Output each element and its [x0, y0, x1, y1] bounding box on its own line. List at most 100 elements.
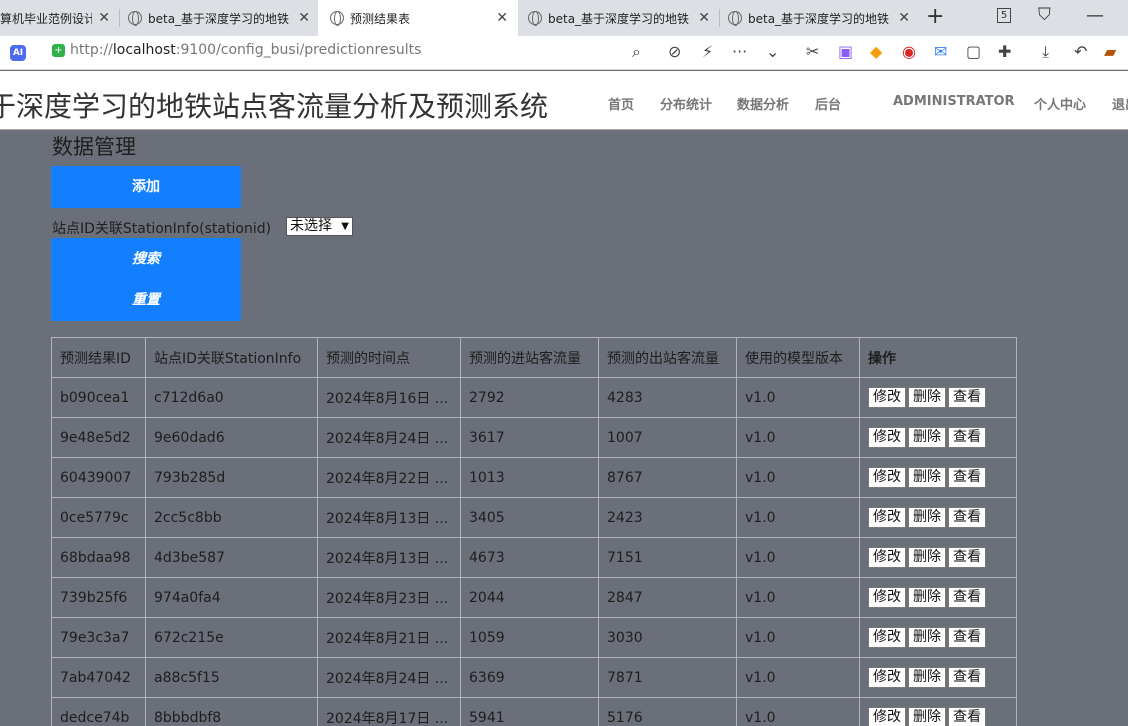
lightning-icon[interactable]: ⚡ [702, 42, 713, 61]
skin-icon[interactable]: ⛉ [1038, 5, 1051, 25]
delete-button[interactable]: 删除 [908, 427, 946, 448]
station-id-cell: 8bbbdbf8 [145, 697, 318, 726]
station-id-cell: 793b285d [145, 457, 318, 498]
url-path: :9100/config_busi/predictionresults [175, 42, 422, 58]
time-cell: 2024年8月24日 ... [317, 657, 461, 698]
extensions-icon[interactable]: ✚ [998, 42, 1011, 61]
delete-button[interactable]: 删除 [908, 587, 946, 608]
delete-button[interactable]: 删除 [908, 667, 946, 688]
edit-button[interactable]: 修改 [868, 507, 906, 528]
edit-button[interactable]: 修改 [868, 547, 906, 568]
table-row: dedce74b 8bbbdbf8 2024年8月17日 ... 5941 5176 v1… [51, 697, 1017, 726]
outbound-cell: 2423 [598, 497, 737, 538]
minimize-icon[interactable]: — [1086, 5, 1104, 26]
weibo-icon[interactable]: ◉ [902, 42, 916, 61]
translate-icon[interactable]: ▣ [838, 42, 853, 61]
close-icon[interactable]: ✕ [98, 10, 110, 26]
edit-button[interactable]: 修改 [868, 667, 906, 688]
delete-button[interactable]: 删除 [908, 547, 946, 568]
table-row: 739b25f6 974a0fa4 2024年8月23日 ... 2044 2847 v1… [51, 577, 1017, 618]
edit-button[interactable]: 修改 [868, 587, 906, 608]
fox-icon[interactable]: ◆ [870, 42, 882, 61]
search-button[interactable]: 搜索 [51, 238, 241, 280]
table-row: 60439007 793b285d 2024年8月22日 ... 1013 8767 v1… [51, 457, 1017, 498]
mail-icon[interactable]: ✉ [934, 42, 947, 61]
browser-tab[interactable]: 算机毕业范例设计 ✕ [0, 0, 118, 36]
nav-logout[interactable]: 退出 [1112, 94, 1128, 113]
download-icon[interactable]: ⤓ [1042, 42, 1049, 62]
globe-icon [728, 11, 742, 26]
tab-title: 预测结果表 [350, 11, 411, 26]
close-icon[interactable]: ✕ [298, 10, 310, 26]
view-button[interactable]: 查看 [948, 667, 986, 688]
search-icon[interactable]: ⌕ [632, 42, 641, 62]
reset-button[interactable]: 重置 [51, 279, 241, 321]
time-cell: 2024年8月13日 ... [317, 497, 461, 538]
chevron-down-icon[interactable]: ⌄ [766, 42, 779, 61]
inbound-cell: 1013 [460, 457, 599, 498]
view-button[interactable]: 查看 [948, 467, 986, 488]
undo-icon[interactable]: ↶ [1074, 42, 1087, 61]
browser-tab[interactable]: beta_基于深度学习的地铁 ✕ [128, 0, 318, 36]
view-button[interactable]: 查看 [948, 387, 986, 408]
new-tab-icon[interactable]: + [926, 4, 944, 29]
tab-count-badge[interactable]: 5 [997, 8, 1011, 23]
url-prefix: http:// [70, 42, 113, 58]
station-id-cell: 4d3be587 [145, 537, 318, 578]
id-cell: 68bdaa98 [51, 537, 146, 578]
close-icon[interactable]: ✕ [496, 10, 508, 26]
view-button[interactable]: 查看 [948, 587, 986, 608]
delete-button[interactable]: 删除 [908, 627, 946, 648]
inbound-cell: 2792 [460, 377, 599, 418]
model-version-cell: v1.0 [736, 577, 860, 618]
url-field[interactable]: http://localhost:9100/config_busi/predic… [70, 42, 421, 58]
close-icon[interactable]: ✕ [698, 10, 710, 26]
actions-cell: 修改 删除 查看 [859, 577, 1017, 618]
browser-tab[interactable]: beta_基于深度学习的地铁 ✕ [528, 0, 718, 36]
table-row: 68bdaa98 4d3be587 2024年8月13日 ... 4673 7151 v1… [51, 537, 1017, 578]
secure-icon[interactable]: + [52, 44, 65, 57]
edit-button[interactable]: 修改 [868, 627, 906, 648]
inbound-cell: 4673 [460, 537, 599, 578]
edit-button[interactable]: 修改 [868, 707, 906, 726]
edit-button[interactable]: 修改 [868, 427, 906, 448]
nav-data-analysis[interactable]: 数据分析 [737, 94, 789, 113]
edit-button[interactable]: 修改 [868, 387, 906, 408]
nav-username[interactable]: ADMINISTRATOR [893, 94, 1015, 109]
nav-profile[interactable]: 个人中心 [1034, 94, 1086, 113]
browser-tab[interactable]: beta_基于深度学习的地铁 ✕ [728, 0, 918, 36]
nav-backend[interactable]: 后台 [815, 94, 841, 113]
station-filter-select[interactable]: 未选择 ▼ [286, 217, 353, 236]
add-button[interactable]: 添加 [51, 166, 241, 208]
model-version-cell: v1.0 [736, 697, 860, 726]
sidebar-icon[interactable]: ▢ [966, 42, 981, 61]
delete-button[interactable]: 删除 [908, 467, 946, 488]
scissors-icon[interactable]: ✂ [806, 42, 819, 61]
tab-title: beta_基于深度学习的地铁 [748, 11, 890, 26]
inbound-cell: 3405 [460, 497, 599, 538]
browser-tab-active[interactable]: 预测结果表 ✕ [318, 0, 518, 36]
column-header: 预测的进站客流量 [460, 337, 599, 378]
table-row: b090cea1 c712d6a0 2024年8月16日 ... 2792 4283 v1… [51, 377, 1017, 418]
delete-button[interactable]: 删除 [908, 707, 946, 726]
delete-button[interactable]: 删除 [908, 507, 946, 528]
time-cell: 2024年8月16日 ... [317, 377, 461, 418]
close-icon[interactable]: ✕ [898, 10, 910, 26]
view-button[interactable]: 查看 [948, 627, 986, 648]
model-version-cell: v1.0 [736, 417, 860, 458]
edit-button[interactable]: 修改 [868, 467, 906, 488]
view-button[interactable]: 查看 [948, 507, 986, 528]
ai-icon[interactable]: AI [10, 45, 26, 61]
globe-icon [330, 11, 344, 26]
briefcase-icon[interactable]: ▰ [1104, 42, 1116, 61]
nav-distribution-stats[interactable]: 分布统计 [660, 94, 712, 113]
model-version-cell: v1.0 [736, 617, 860, 658]
tab-title: 算机毕业范例设计 [0, 11, 93, 26]
view-button[interactable]: 查看 [948, 547, 986, 568]
more-icon[interactable]: ··· [732, 42, 747, 61]
delete-button[interactable]: 删除 [908, 387, 946, 408]
view-button[interactable]: 查看 [948, 707, 986, 726]
view-button[interactable]: 查看 [948, 427, 986, 448]
block-icon[interactable]: ⊘ [668, 42, 681, 61]
nav-home[interactable]: 首页 [608, 94, 634, 113]
